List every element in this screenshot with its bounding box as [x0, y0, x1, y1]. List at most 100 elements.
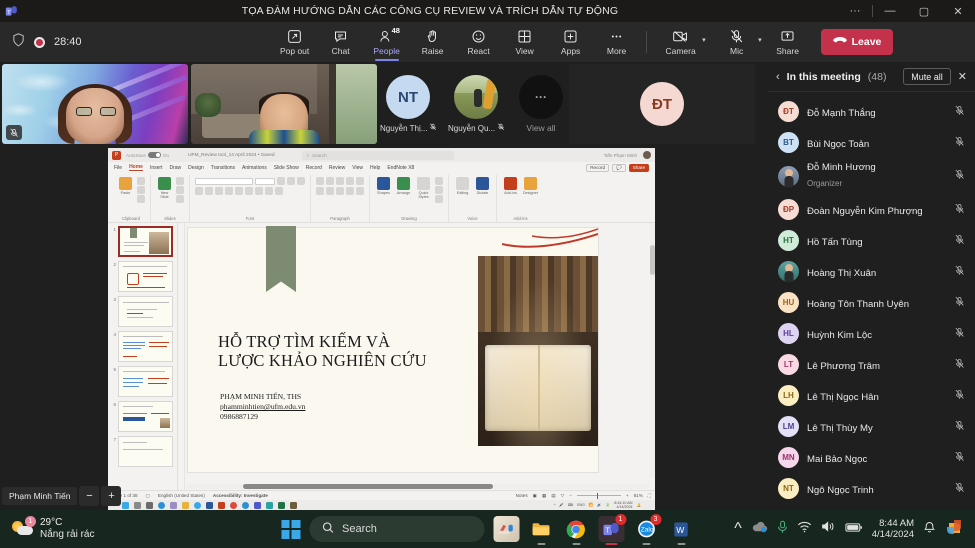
- reading-view-icon[interactable]: ▤: [551, 493, 555, 499]
- participant-cell-nguyen-qu[interactable]: Nguyễn Qu...: [448, 75, 504, 133]
- align-center-icon[interactable]: [326, 187, 334, 195]
- slide-thumb[interactable]: [118, 261, 173, 292]
- format-painter-icon[interactable]: [137, 195, 145, 203]
- shape-effects-icon[interactable]: [435, 195, 443, 203]
- inner-powerpoint-icon[interactable]: [218, 502, 225, 509]
- close-icon[interactable]: ✕: [958, 70, 967, 83]
- zoom-out-button[interactable]: −: [79, 486, 99, 506]
- ppt-tab-animations[interactable]: Animations: [242, 165, 267, 171]
- slide-thumbnail-4[interactable]: 4: [110, 331, 175, 362]
- paint-app-icon[interactable]: [493, 516, 519, 542]
- participant-row-1[interactable]: BT Bùi Ngọc Toản: [768, 127, 975, 158]
- char-spacing-icon[interactable]: [245, 187, 253, 195]
- leave-button[interactable]: Leave: [821, 29, 894, 55]
- zoom-out-icon[interactable]: −: [569, 493, 572, 498]
- ppt-tab-record[interactable]: Record: [306, 165, 322, 171]
- designer-icon[interactable]: [524, 177, 537, 190]
- justify-icon[interactable]: [346, 187, 354, 195]
- inner-notes-icon[interactable]: [290, 502, 297, 509]
- close-button[interactable]: ✕: [941, 0, 975, 22]
- inner-chrome-icon[interactable]: [194, 502, 201, 509]
- more-button[interactable]: More: [599, 22, 635, 62]
- columns-icon[interactable]: [356, 187, 364, 195]
- change-case-icon[interactable]: [255, 187, 263, 195]
- decrease-indent-icon[interactable]: [336, 177, 344, 185]
- view-button[interactable]: View: [507, 22, 543, 62]
- ppt-tab-home[interactable]: Home: [129, 164, 143, 171]
- highlight-icon[interactable]: [265, 187, 273, 195]
- slide-thumb[interactable]: [118, 436, 173, 467]
- normal-view-icon[interactable]: ▣: [533, 493, 537, 499]
- taskbar-clock[interactable]: 8:44 AM 4/14/2024: [872, 518, 914, 540]
- inner-notification-icon[interactable]: 🔔: [637, 503, 641, 507]
- mic-muted-icon[interactable]: [954, 232, 965, 250]
- decrease-font-icon[interactable]: [287, 177, 295, 185]
- inner-search-icon[interactable]: [134, 502, 141, 509]
- weather-widget[interactable]: 1 29°C Nắng rải rác: [0, 517, 300, 541]
- teams-app-icon[interactable]: T 1: [598, 516, 624, 542]
- participant-cell-nguyen-thi[interactable]: NT Nguyễn Thị...: [380, 75, 436, 133]
- zalo-app-icon[interactable]: Zalo 3: [633, 516, 659, 542]
- notes-button[interactable]: Notes: [516, 493, 528, 498]
- ppt-tab-transitions[interactable]: Transitions: [211, 165, 235, 171]
- react-button[interactable]: React: [461, 22, 497, 62]
- canvas-vertical-scrollbar[interactable]: [650, 223, 655, 478]
- apps-button[interactable]: Apps: [553, 22, 589, 62]
- sorter-view-icon[interactable]: ▦: [542, 493, 546, 499]
- ppt-tab-endnote[interactable]: EndNote X8: [387, 165, 414, 171]
- mic-muted-icon[interactable]: [954, 356, 965, 374]
- taskbar-search-box[interactable]: Search: [309, 516, 484, 542]
- shapes-icon[interactable]: [377, 177, 390, 190]
- zoom-in-icon[interactable]: +: [626, 493, 629, 498]
- tray-volume-icon[interactable]: [821, 520, 836, 538]
- participant-row-2[interactable]: Đỗ Minh Hương Organizer: [768, 158, 975, 194]
- mic-muted-icon[interactable]: [954, 449, 965, 467]
- inner-edge-icon[interactable]: [158, 502, 165, 509]
- mute-all-button[interactable]: Mute all: [903, 68, 951, 85]
- participant-row-3[interactable]: ĐP Đoàn Nguyễn Kim Phượng: [768, 194, 975, 225]
- mic-muted-icon[interactable]: [954, 167, 965, 185]
- inner-volume-icon[interactable]: 🔊: [597, 503, 601, 507]
- inner-app-icon[interactable]: [170, 502, 177, 509]
- slide-thumb[interactable]: [118, 401, 173, 432]
- slide-thumbnail-2[interactable]: 2: [110, 261, 175, 292]
- paste-icon[interactable]: [119, 177, 132, 190]
- zoom-in-button[interactable]: +: [101, 486, 121, 506]
- shadow-icon[interactable]: [235, 187, 243, 195]
- ppt-tab-file[interactable]: File: [114, 165, 122, 171]
- avatar-tile-dt[interactable]: ĐT: [569, 64, 755, 144]
- slide-canvas-area[interactable]: HỖ TRỢ TÌM KIẾM VÀ LƯỢC KHẢO NGHIÊN CỨU …: [178, 223, 655, 490]
- participant-row-11[interactable]: MN Mai Bảo Ngọc: [768, 442, 975, 473]
- align-right-icon[interactable]: [336, 187, 344, 195]
- editing-icon[interactable]: [456, 177, 469, 190]
- view-all-button[interactable]: ··· View all: [516, 75, 566, 133]
- inner-wifi-icon[interactable]: 📶: [589, 503, 593, 507]
- ppt-comments-button[interactable]: 💬: [612, 164, 626, 172]
- strikethrough-icon[interactable]: [225, 187, 233, 195]
- ppt-tab-slideshow[interactable]: Slide Show: [274, 165, 299, 171]
- dictate-icon[interactable]: [476, 177, 489, 190]
- bold-icon[interactable]: [195, 187, 203, 195]
- inner-mic-icon[interactable]: 🎤: [559, 503, 563, 507]
- slide-thumb[interactable]: [118, 331, 173, 362]
- participant-row-6[interactable]: HU Hoàng Tôn Thanh Uyên: [768, 287, 975, 318]
- mic-button[interactable]: Mic ▾: [714, 22, 760, 62]
- font-name-select[interactable]: [195, 178, 253, 185]
- word-app-icon[interactable]: W: [668, 516, 694, 542]
- zoom-slider[interactable]: [577, 495, 621, 496]
- align-left-icon[interactable]: [316, 187, 324, 195]
- participant-row-8[interactable]: LT Lê Phương Trâm: [768, 349, 975, 380]
- mic-muted-icon[interactable]: [954, 325, 965, 343]
- status-accessibility[interactable]: Accessibility: Investigate: [213, 493, 268, 498]
- shared-screen-region[interactable]: P AutoSave On UFM_Review tool_14 April 2…: [108, 148, 655, 510]
- slide-email[interactable]: phamminhtien@ufm.edu.vn: [220, 402, 305, 411]
- ppt-tab-help[interactable]: Help: [370, 165, 380, 171]
- slide-thumbnail-5[interactable]: 5: [110, 366, 175, 397]
- inner-explorer-icon[interactable]: [182, 502, 189, 509]
- slide-thumbnail-1[interactable]: 1: [110, 226, 175, 257]
- ppt-record-button[interactable]: Record: [586, 164, 609, 172]
- inner-teams-icon[interactable]: [254, 502, 261, 509]
- raise-hand-button[interactable]: Raise: [415, 22, 451, 62]
- participant-row-12[interactable]: NT Ngô Ngọc Trinh: [768, 473, 975, 504]
- chevron-left-icon[interactable]: ‹: [776, 71, 780, 83]
